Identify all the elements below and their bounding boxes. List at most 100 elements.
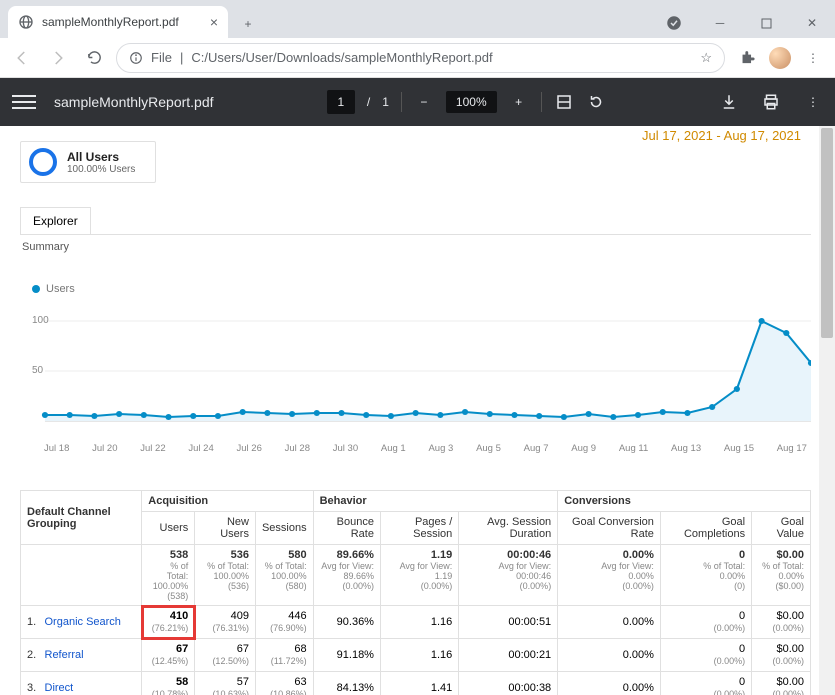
col-header: Goal Conversion Rate xyxy=(558,512,661,545)
divider xyxy=(401,92,402,112)
cell[interactable]: Referral xyxy=(39,639,142,672)
cell: 409(76.31%) xyxy=(195,606,256,639)
pdf-title: sampleMonthlyReport.pdf xyxy=(54,94,214,110)
download-button[interactable] xyxy=(719,92,739,112)
cell: $0.00(0.00%) xyxy=(752,639,811,672)
col-group: Default Channel Grouping xyxy=(21,491,142,545)
total-cell: 0.00%Avg for View:0.00%(0.00%) xyxy=(558,545,661,606)
page-sep: / xyxy=(367,95,370,109)
cell: 0(0.00%) xyxy=(660,606,751,639)
extensions-button[interactable] xyxy=(733,44,761,72)
x-tick: Jul 22 xyxy=(140,443,165,454)
x-tick: Aug 17 xyxy=(777,443,807,454)
table-row: 1.Organic Search410(76.21%)409(76.31%)44… xyxy=(21,606,811,639)
x-tick: Jul 28 xyxy=(285,443,310,454)
col-header: Pages / Session xyxy=(380,512,458,545)
info-icon xyxy=(129,51,143,65)
total-cell: $0.00% of Total:0.00%($0.00) xyxy=(752,545,811,606)
legend-users: Users xyxy=(32,283,811,295)
y-tick-100: 100 xyxy=(32,315,49,326)
cell[interactable]: Direct xyxy=(39,672,142,695)
window-controls: ─ ✕ xyxy=(651,8,835,38)
cell: 67(12.50%) xyxy=(195,639,256,672)
pdf-toolbar: sampleMonthlyReport.pdf / 1 − 100% + ⋮ xyxy=(0,78,835,126)
col-sec-acquisition: Acquisition xyxy=(142,491,313,512)
table-row: 3.Direct58(10.78%)57(10.63%)63(10.86%)84… xyxy=(21,672,811,695)
col-header: Users xyxy=(142,512,195,545)
scrollbar-track[interactable] xyxy=(819,126,835,695)
cell: 63(10.86%) xyxy=(255,672,313,695)
cell: 0(0.00%) xyxy=(660,639,751,672)
zoom-in-button[interactable]: + xyxy=(509,92,529,112)
page-number-input[interactable] xyxy=(327,90,355,114)
zoom-out-button[interactable]: − xyxy=(414,92,434,112)
close-window-button[interactable]: ✕ xyxy=(789,8,835,38)
x-axis-labels: Jul 18Jul 20Jul 22Jul 24Jul 26Jul 28Jul … xyxy=(20,441,811,454)
x-tick: Jul 24 xyxy=(188,443,213,454)
fit-page-button[interactable] xyxy=(554,92,574,112)
addr-file-label: File xyxy=(151,50,172,65)
col-sec-conversions: Conversions xyxy=(558,491,811,512)
segment-title: All Users xyxy=(67,150,119,164)
profile-avatar[interactable] xyxy=(769,47,791,69)
col-header: Goal Completions xyxy=(660,512,751,545)
globe-icon xyxy=(18,14,34,30)
col-header: Bounce Rate xyxy=(313,512,380,545)
addr-sep: | xyxy=(180,50,183,65)
close-tab-icon[interactable]: × xyxy=(210,14,218,30)
cell: 410(76.21%) xyxy=(142,606,195,639)
new-tab-button[interactable]: + xyxy=(234,10,262,38)
total-cell: 00:00:46Avg for View:00:00:46(0.00%) xyxy=(459,545,558,606)
x-tick: Aug 7 xyxy=(524,443,549,454)
col-header: New Users xyxy=(195,512,256,545)
address-bar[interactable]: File | C:/Users/User/Downloads/sampleMon… xyxy=(116,43,725,73)
star-icon[interactable]: ☆ xyxy=(700,50,712,66)
cell: 1.16 xyxy=(380,639,458,672)
chrome-badge-icon xyxy=(651,8,697,38)
col-header: Avg. Session Duration xyxy=(459,512,558,545)
cell: 446(76.90%) xyxy=(255,606,313,639)
pdf-menu-icon[interactable] xyxy=(12,95,36,109)
rotate-button[interactable] xyxy=(586,92,606,112)
cell: $0.00(0.00%) xyxy=(752,672,811,695)
total-cell: 1.19Avg for View:1.19(0.00%) xyxy=(380,545,458,606)
page-viewport[interactable]: Jul 17, 2021 - Aug 17, 2021 All Users 10… xyxy=(0,126,835,695)
cell: 3. xyxy=(21,672,39,695)
pdf-more-button[interactable]: ⋮ xyxy=(803,92,823,112)
total-cell: 89.66%Avg for View:89.66%(0.00%) xyxy=(313,545,380,606)
segment-circle-icon xyxy=(29,148,57,176)
cell: 1. xyxy=(21,606,39,639)
cell: 68(11.72%) xyxy=(255,639,313,672)
total-cell: 0% of Total:0.00%(0) xyxy=(660,545,751,606)
report-page: Jul 17, 2021 - Aug 17, 2021 All Users 10… xyxy=(0,126,819,695)
browser-toolbar: File | C:/Users/User/Downloads/sampleMon… xyxy=(0,38,835,78)
browser-titlebar: sampleMonthlyReport.pdf × + ─ ✕ xyxy=(0,0,835,38)
page-total: 1 xyxy=(382,95,389,109)
cell: 00:00:21 xyxy=(459,639,558,672)
print-button[interactable] xyxy=(761,92,781,112)
back-button[interactable] xyxy=(8,44,36,72)
summary-label: Summary xyxy=(20,234,811,259)
forward-button[interactable] xyxy=(44,44,72,72)
table-row: 2.Referral67(12.45%)67(12.50%)68(11.72%)… xyxy=(21,639,811,672)
tab-title: sampleMonthlyReport.pdf xyxy=(42,15,202,29)
cell: 0.00% xyxy=(558,672,661,695)
maximize-button[interactable] xyxy=(743,8,789,38)
scrollbar-thumb[interactable] xyxy=(821,128,833,338)
segment-box[interactable]: All Users 100.00% Users xyxy=(20,141,156,183)
cell[interactable]: Organic Search xyxy=(39,606,142,639)
minimize-button[interactable]: ─ xyxy=(697,8,743,38)
x-tick: Aug 13 xyxy=(671,443,701,454)
cell: 84.13% xyxy=(313,672,380,695)
reload-button[interactable] xyxy=(80,44,108,72)
cell: 00:00:51 xyxy=(459,606,558,639)
x-tick: Aug 15 xyxy=(724,443,754,454)
cell: 0(0.00%) xyxy=(660,672,751,695)
col-sec-behavior: Behavior xyxy=(313,491,558,512)
browser-tab[interactable]: sampleMonthlyReport.pdf × xyxy=(8,6,228,38)
chrome-menu-button[interactable]: ⋮ xyxy=(799,44,827,72)
tab-explorer[interactable]: Explorer xyxy=(20,207,91,234)
x-tick: Jul 26 xyxy=(237,443,262,454)
segment-sub: 100.00% Users xyxy=(67,164,135,175)
x-tick: Jul 20 xyxy=(92,443,117,454)
